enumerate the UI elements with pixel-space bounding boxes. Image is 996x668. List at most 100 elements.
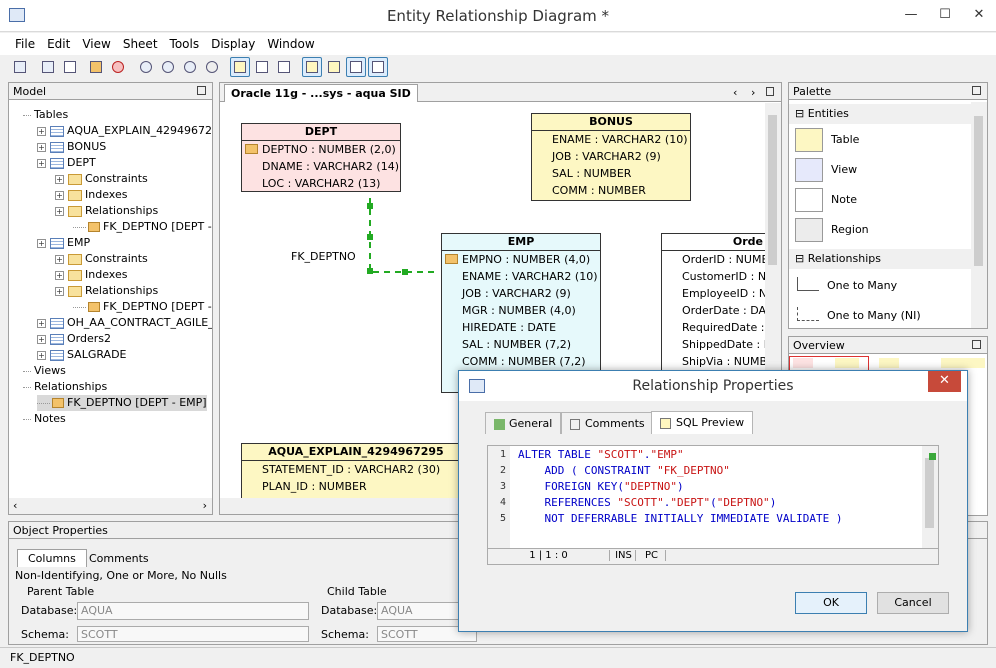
restore-icon[interactable]	[972, 86, 981, 95]
tab-menu-icon[interactable]	[766, 87, 774, 96]
close-button[interactable]: ✕	[962, 0, 996, 30]
expand-icon[interactable]: +	[37, 238, 46, 248]
overview-header: Overview	[788, 336, 988, 354]
stop-icon[interactable]	[108, 57, 128, 77]
expand-icon[interactable]: +	[55, 254, 64, 264]
tree-item[interactable]: + DEPT	[37, 155, 96, 171]
show-null-icon[interactable]	[324, 57, 344, 77]
expand-icon[interactable]: +	[55, 190, 64, 200]
palette-relationships-group[interactable]: ⊟ Relationships	[789, 249, 971, 269]
tree-item[interactable]: + Relationships	[55, 203, 158, 219]
print-icon[interactable]	[38, 57, 58, 77]
parent-schema-select[interactable]: SCOTT	[77, 626, 309, 642]
tab-columns[interactable]: Columns	[17, 549, 87, 567]
show-keys-icon[interactable]	[252, 57, 272, 77]
restore-icon[interactable]	[972, 340, 981, 349]
save-icon[interactable]	[10, 57, 30, 77]
tree-item[interactable]: + EMP	[37, 235, 90, 251]
tree-item[interactable]: + Constraints	[55, 171, 148, 187]
cancel-button[interactable]: Cancel	[877, 592, 949, 614]
entity-bonus[interactable]: BONUS ENAME : VARCHAR2 (10) JOB : VARCHA…	[531, 113, 691, 201]
show-columns-icon[interactable]	[230, 57, 250, 77]
menu-tools[interactable]: Tools	[165, 33, 205, 51]
tree-item[interactable]: +OH_AA_CONTRACT_AGILE_DEMO	[37, 315, 212, 331]
minimize-button[interactable]: —	[894, 0, 928, 30]
menu-window[interactable]: Window	[262, 33, 319, 51]
expand-icon[interactable]: +	[37, 158, 46, 168]
menu-sheet[interactable]: Sheet	[118, 33, 163, 51]
entity-column: CustomerID : NC	[682, 270, 765, 283]
tree-item[interactable]: Views	[23, 363, 66, 379]
entity-aqua-explain[interactable]: AQUA_EXPLAIN_4294967295 STATEMENT_ID : V…	[241, 443, 471, 498]
status-text: FK_DEPTNO	[10, 651, 75, 664]
zoom-reset-icon[interactable]	[202, 57, 222, 77]
tree-item[interactable]: Relationships	[23, 379, 107, 395]
palette-item-one-to-many-ni[interactable]: One to Many (NI)	[793, 303, 969, 329]
entity-orders[interactable]: Orde OrderID : NUMB CustomerID : NC Empl…	[661, 233, 765, 373]
arrange-icon[interactable]	[86, 57, 106, 77]
zoom-out-icon[interactable]	[180, 57, 200, 77]
tree-item[interactable]: + BONUS	[37, 139, 106, 155]
entity-dept[interactable]: DEPT DEPTNO : NUMBER (2,0) DNAME : VARCH…	[241, 123, 401, 192]
tab-general[interactable]: General	[485, 412, 562, 434]
menu-bar: File Edit View Sheet Tools Display Window	[0, 33, 996, 55]
menu-display[interactable]: Display	[206, 33, 260, 51]
expand-icon[interactable]: +	[55, 270, 64, 280]
sql-editor[interactable]: 1 2 3 4 5 ALTER TABLE "SCOTT"."EMP" ADD …	[487, 445, 939, 565]
tree-item[interactable]: + Relationships	[55, 283, 158, 299]
tab-next-icon[interactable]: ›	[751, 86, 755, 99]
tree-item[interactable]: Tables	[23, 107, 68, 123]
zoom-fit-icon[interactable]	[136, 57, 156, 77]
tree-item[interactable]: FK_DEPTNO [DEPT - EMP]	[73, 299, 212, 315]
menu-view[interactable]: View	[77, 33, 115, 51]
menu-file[interactable]: File	[10, 33, 40, 51]
ok-button[interactable]: OK	[795, 592, 867, 614]
expand-icon[interactable]: +	[37, 142, 46, 152]
expand-icon[interactable]: +	[55, 286, 64, 296]
show-comments-icon[interactable]	[346, 57, 366, 77]
palette-item-table[interactable]: Table	[793, 127, 969, 155]
palette-item-note[interactable]: Note	[793, 187, 969, 215]
entity-title: DEPT	[242, 124, 400, 141]
tab-prev-icon[interactable]: ‹	[733, 86, 737, 99]
tree-item[interactable]: Notes	[23, 411, 66, 427]
tab-comments[interactable]: Comments	[85, 550, 153, 567]
show-types-icon[interactable]	[302, 57, 322, 77]
expand-icon[interactable]: +	[55, 174, 64, 184]
expand-icon[interactable]: +	[37, 334, 46, 344]
palette-scrollbar[interactable]	[971, 102, 987, 328]
page-setup-icon[interactable]	[60, 57, 80, 77]
entity-title: Orde	[662, 234, 765, 251]
expand-icon[interactable]: +	[37, 318, 46, 328]
child-table-title: Child Table	[327, 585, 387, 598]
horizontal-scrollbar[interactable]: ‹ ›	[9, 498, 212, 514]
tree-item[interactable]: + Indexes	[55, 187, 127, 203]
tree-item[interactable]: + AQUA_EXPLAIN_4294967295	[37, 123, 212, 139]
menu-edit[interactable]: Edit	[42, 33, 75, 51]
dialog-close-button[interactable]: ✕	[928, 371, 961, 392]
entity-emp[interactable]: EMP EMPNO : NUMBER (4,0) ENAME : VARCHAR…	[441, 233, 601, 393]
tab-sql-preview[interactable]: SQL Preview	[651, 411, 754, 434]
parent-database-select[interactable]: AQUA	[77, 602, 309, 620]
tree-item[interactable]: + Constraints	[55, 251, 148, 267]
restore-icon[interactable]	[197, 86, 206, 95]
show-name-icon[interactable]	[274, 57, 294, 77]
tab-comments[interactable]: Comments	[561, 412, 654, 434]
expand-icon[interactable]: +	[37, 126, 46, 136]
palette-entities-group[interactable]: ⊟ Entities	[789, 104, 971, 124]
expand-icon[interactable]: +	[55, 206, 64, 216]
tree-item[interactable]: + Indexes	[55, 267, 127, 283]
expand-icon[interactable]: +	[37, 350, 46, 360]
tree-item[interactable]: FK_DEPTNO [DEPT - EMP]	[73, 219, 212, 235]
tree-item[interactable]: + SALGRADE	[37, 347, 127, 363]
maximize-button[interactable]: ☐	[928, 0, 962, 30]
editor-scrollbar[interactable]	[922, 446, 938, 550]
show-schema-icon[interactable]	[368, 57, 388, 77]
tree-item[interactable]: FK_DEPTNO [DEPT - EMP]	[37, 395, 207, 411]
palette-item-region[interactable]: Region	[793, 217, 969, 245]
tree-item[interactable]: + Orders2	[37, 331, 111, 347]
table-icon	[50, 317, 64, 329]
palette-item-view[interactable]: View	[793, 157, 969, 185]
zoom-in-icon[interactable]	[158, 57, 178, 77]
palette-item-one-to-many[interactable]: One to Many	[793, 273, 969, 299]
